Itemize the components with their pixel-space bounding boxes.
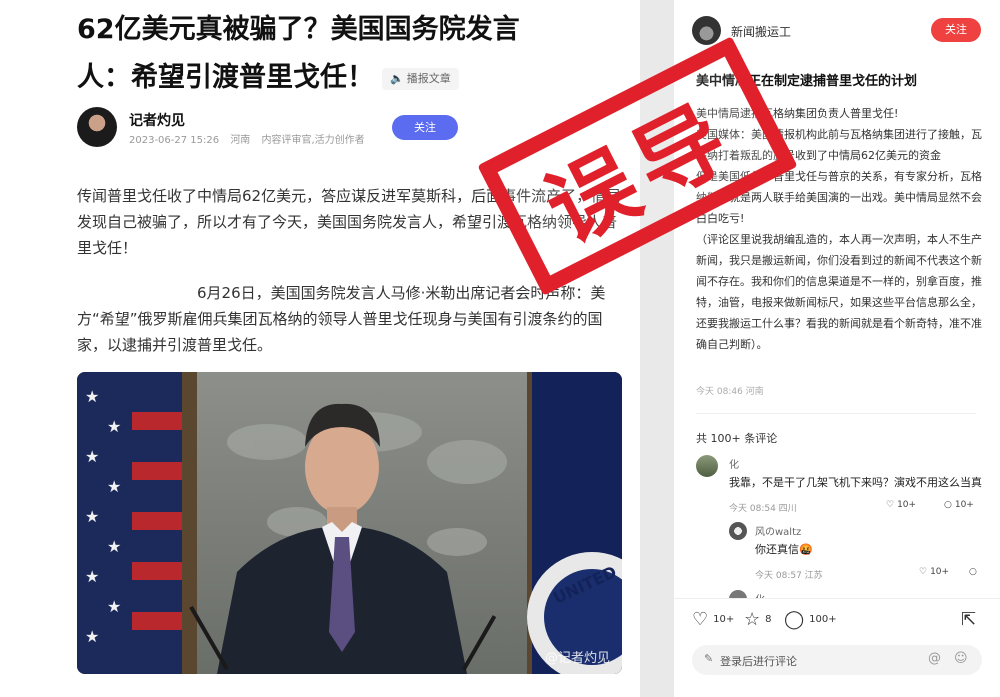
commenter-avatar[interactable] bbox=[696, 455, 718, 477]
article-paragraph-2: 6月26日，美国国务院发言人马修·米勒出席记者会时声称：美方“希望”俄罗斯雇佣兵… bbox=[77, 280, 622, 358]
svg-text:★: ★ bbox=[107, 477, 121, 496]
chat-bubble-icon: ○ bbox=[944, 500, 952, 510]
comment-reply-item: 风のwaltz 你还真信🤬 今天 08:57 江苏 ♡ 10+ ○ bbox=[729, 522, 984, 582]
comment-reply-button[interactable]: ○ 10+ bbox=[944, 500, 974, 510]
follow-poster-button[interactable]: 关注 bbox=[931, 18, 981, 42]
comment-like-button[interactable]: ♡ 10+ bbox=[886, 500, 916, 510]
comment-text: 你还真信🤬 bbox=[755, 543, 813, 556]
svg-text:★: ★ bbox=[107, 417, 121, 436]
star-icon: ☆ bbox=[744, 609, 761, 630]
comment-like-count: 10+ bbox=[930, 567, 950, 577]
article-location: 河南 bbox=[230, 135, 251, 146]
listen-article-button[interactable]: 🔈 播报文章 bbox=[382, 67, 459, 90]
author-name[interactable]: 记者灼见 bbox=[129, 110, 185, 130]
chat-bubble-icon: ○ bbox=[969, 567, 977, 577]
divider bbox=[696, 413, 976, 414]
post-time: 今天 08:46 河南 bbox=[696, 387, 764, 397]
comment-total: 100+ bbox=[809, 614, 837, 625]
post-author-name[interactable]: 新闻搬运工 bbox=[731, 23, 791, 40]
comment-button[interactable]: ◯ 100+ bbox=[784, 609, 837, 630]
article-paragraph-2-text: 6月26日，美国国务院发言人马修·米勒出席记者会时声称：美方“希望”俄罗斯雇佣兵… bbox=[77, 284, 606, 354]
listen-article-label: 播报文章 bbox=[406, 71, 451, 85]
commenter-name[interactable]: 风のwaltz bbox=[755, 523, 801, 538]
pencil-icon: ✎ bbox=[704, 652, 714, 665]
svg-text:★: ★ bbox=[107, 537, 121, 556]
post-paragraph: （评论区里说我胡编乱造的，本人再一次声明，本人不生产新闻，我只是搬运新闻，你们没… bbox=[696, 233, 982, 351]
favorite-count: 8 bbox=[765, 614, 772, 625]
heart-icon: ♡ bbox=[692, 609, 709, 630]
post-action-bar: ♡ 10+ ☆ 8 ◯ 100+ ⇱ bbox=[674, 598, 1000, 640]
speaker-icon: 🔈 bbox=[390, 71, 404, 85]
svg-text:★: ★ bbox=[85, 507, 99, 526]
commenter-avatar[interactable] bbox=[729, 522, 747, 540]
follow-author-button[interactable]: 关注 bbox=[392, 115, 458, 140]
like-button[interactable]: ♡ 10+ bbox=[692, 609, 734, 630]
comment-like-count: 10+ bbox=[897, 500, 917, 510]
post-author-avatar[interactable] bbox=[692, 16, 721, 45]
comment-reply-item: 化 bbox=[729, 590, 984, 598]
comment-input-placeholder: 登录后进行评论 bbox=[720, 655, 797, 668]
chat-bubble-icon: ◯ bbox=[784, 609, 805, 630]
mention-icon[interactable]: @ bbox=[928, 651, 941, 666]
comment-input[interactable]: ✎ 登录后进行评论 @ ☺ bbox=[692, 645, 982, 675]
article-photo[interactable]: ★ ★ ★ ★ ★ ★ ★ ★ ★ UNITED @记者灼见 bbox=[77, 372, 622, 674]
comment-count: 共 100+ 条评论 bbox=[696, 432, 778, 445]
share-button[interactable]: ⇱ bbox=[961, 609, 976, 630]
article-title: 62亿美元真被骗了？美国国务院发言 人：希望引渡普里戈任！ 🔈 播报文章 bbox=[77, 6, 607, 102]
svg-text:★: ★ bbox=[85, 387, 99, 406]
share-icon: ⇱ bbox=[961, 609, 977, 630]
article-title-line1: 62亿美元真被骗了？美国国务院发言 bbox=[77, 14, 520, 45]
heart-icon: ♡ bbox=[919, 567, 928, 577]
author-meta: 2023-06-27 15:26 河南 内容评审官,活力创作者 bbox=[129, 131, 373, 146]
author-avatar[interactable] bbox=[77, 107, 117, 147]
svg-text:★: ★ bbox=[107, 597, 121, 616]
commenter-name[interactable]: 化 bbox=[729, 456, 739, 471]
comment-meta: 今天 08:54 四川 bbox=[729, 504, 797, 514]
article-date: 2023-06-27 15:26 bbox=[129, 135, 220, 146]
press-briefing-image: ★★★ ★★★ ★★★ UNITED bbox=[77, 372, 622, 674]
article-title-line2: 人：希望引渡普里戈任！ bbox=[77, 62, 374, 93]
author-role: 内容评审官,活力创作者 bbox=[261, 135, 365, 146]
comment-item: 化 我靠，不是干了几架飞机下来吗？演戏不用这么当真 今天 08:54 四川 ♡ 1… bbox=[696, 455, 986, 515]
svg-text:★: ★ bbox=[85, 627, 99, 646]
heart-icon: ♡ bbox=[886, 500, 895, 510]
commenter-avatar[interactable] bbox=[729, 590, 747, 598]
comment-text: 我靠，不是干了几架飞机下来吗？演戏不用这么当真 bbox=[729, 476, 982, 489]
comment-meta: 今天 08:57 江苏 bbox=[755, 571, 823, 581]
favorite-button[interactable]: ☆ 8 bbox=[744, 609, 772, 630]
like-count: 10+ bbox=[713, 614, 735, 625]
comment-like-button[interactable]: ♡ 10+ bbox=[919, 567, 949, 577]
comment-reply-count: 10+ bbox=[954, 500, 974, 510]
comment-reply-button[interactable]: ○ bbox=[969, 567, 977, 577]
commenter-name[interactable]: 化 bbox=[755, 591, 765, 598]
image-watermark: @记者灼见 bbox=[544, 651, 610, 666]
emoji-icon[interactable]: ☺ bbox=[954, 651, 968, 666]
article-panel: 62亿美元真被骗了？美国国务院发言 人：希望引渡普里戈任！ 🔈 播报文章 记者灼见 … bbox=[0, 0, 640, 697]
svg-text:★: ★ bbox=[85, 567, 99, 586]
svg-text:★: ★ bbox=[85, 447, 99, 466]
